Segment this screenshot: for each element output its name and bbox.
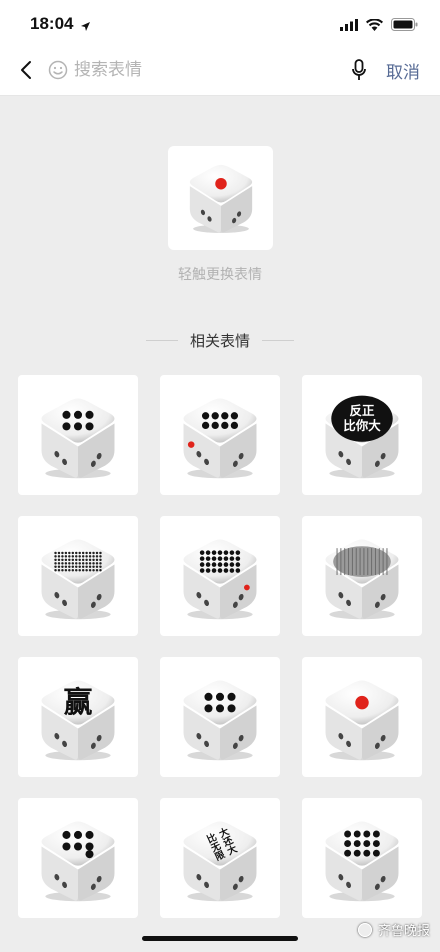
related-sticker-4[interactable] [18,516,138,636]
related-sticker-1[interactable] [18,375,138,495]
search-input[interactable] [74,56,314,84]
back-button[interactable] [12,56,40,84]
dice-image [314,669,410,765]
cancel-button[interactable]: 取消 [386,58,420,83]
dice-graphic: 反正比你大 [325,395,399,479]
related-sticker-9[interactable] [302,657,422,777]
location-arrow-icon [80,17,91,36]
related-section-header: 相关表情 [0,330,440,350]
dice-image: 赢 [30,669,126,765]
related-sticker-12[interactable] [302,798,422,918]
signal-icon [340,16,358,35]
tap-to-change-hint: 轻触更换表情 [178,267,262,283]
dice-graphic [183,539,257,620]
related-sticker-2[interactable] [160,375,280,495]
dice-graphic [189,164,252,233]
dice-graphic [183,398,257,479]
voice-input-button[interactable] [348,58,370,82]
dice-graphic [325,539,399,620]
status-bar: 18:04 [0,0,440,44]
dice-graphic [183,680,257,761]
dice-image [172,669,268,765]
watermark-logo-icon [357,922,372,937]
related-sticker-6[interactable] [302,516,422,636]
dice-image [30,387,126,483]
dice-graphic: 比无限大还大 [183,821,257,902]
divider [145,339,178,341]
sticker-text: 赢 [64,685,93,719]
wifi-icon [366,16,383,35]
dice-image [172,528,268,624]
microphone-icon [352,59,366,80]
dice-image [314,528,410,624]
related-sticker-11[interactable]: 比无限 大还大 [160,798,280,918]
related-sticker-5[interactable] [160,516,280,636]
emoji-icon [48,60,68,80]
battery-icon [391,16,418,35]
home-indicator [142,936,298,941]
sticker-text: 反正 [350,403,375,418]
dice-image: 比无限 大还大 [172,810,268,906]
dice-graphic [41,821,115,902]
main-sticker-preview[interactable] [168,146,273,250]
section-title: 相关表情 [189,331,250,350]
sticker-text: 比你大 [343,418,381,433]
related-sticker-7[interactable]: 赢 [18,657,138,777]
dice-image [30,528,126,624]
dice-image: 反正 比你大 [314,387,410,483]
dice-image [314,810,410,906]
dice-graphic [41,539,115,620]
related-sticker-8[interactable] [160,657,280,777]
chevron-left-icon [21,61,31,79]
related-sticker-3[interactable]: 反正 比你大 [302,375,422,495]
dice-image [180,155,262,241]
dice-graphic: 赢 [41,680,115,761]
status-time: 18:04 [30,14,74,33]
divider [262,339,294,341]
dice-image [30,810,126,906]
related-sticker-10[interactable] [18,798,138,918]
dice-graphic [325,680,399,761]
dice-image [172,387,268,483]
watermark: 齐鲁晚报 [357,920,430,939]
dice-graphic [41,398,115,479]
status-icons [340,16,418,35]
search-bar: 取消 [0,44,440,96]
dice-graphic [325,821,399,902]
watermark-text: 齐鲁晚报 [377,924,430,939]
